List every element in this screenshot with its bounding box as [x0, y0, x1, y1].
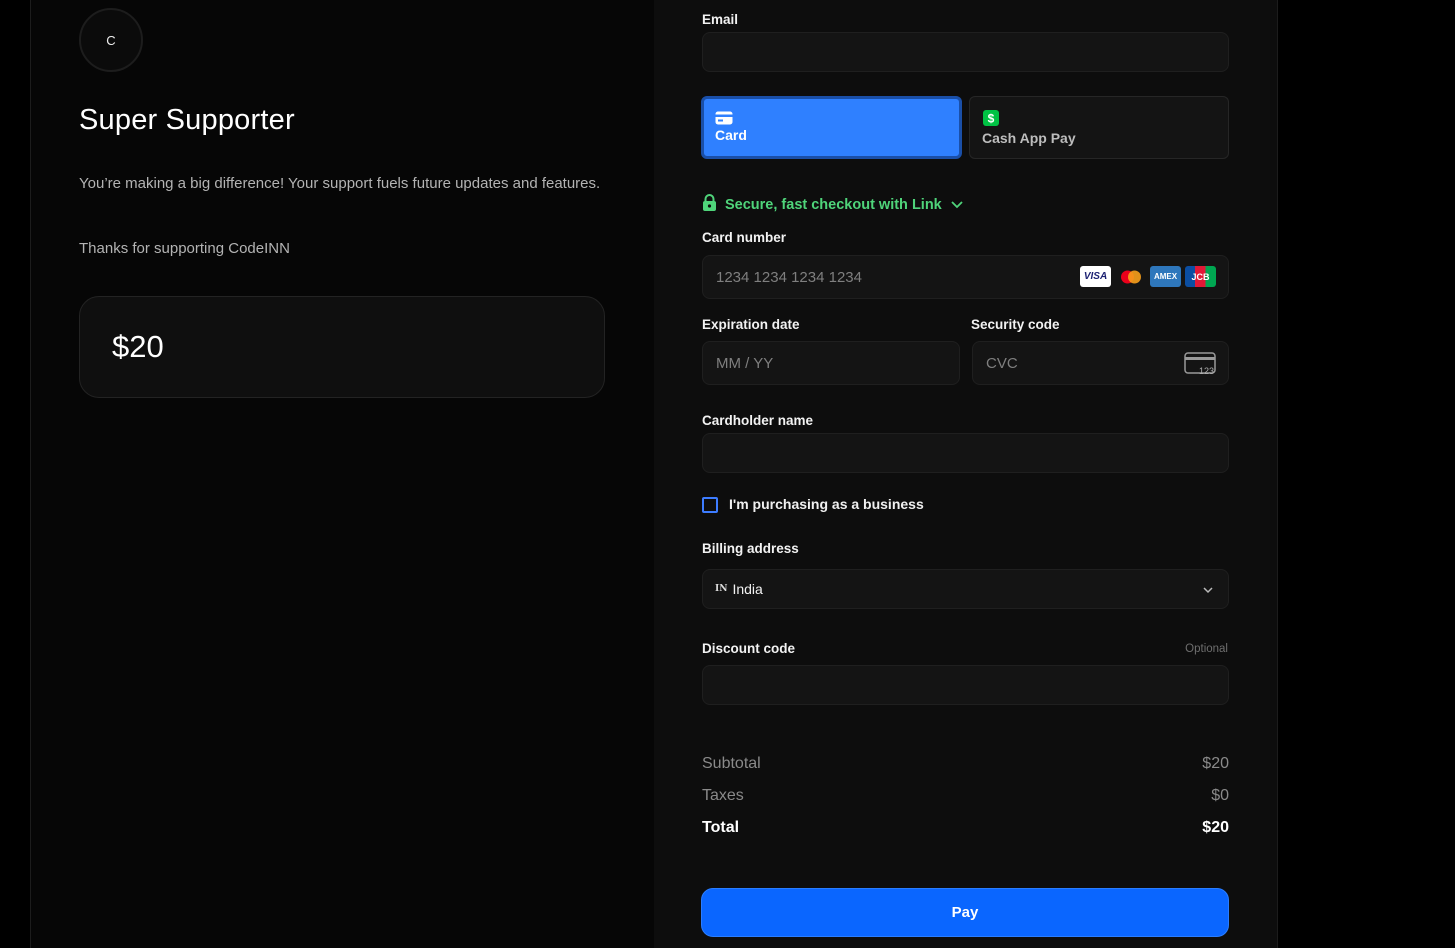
tier-description: You’re making a big difference! Your sup… — [79, 175, 601, 192]
taxes-label: Taxes — [702, 787, 744, 804]
security-code-field[interactable]: CVC 123 — [972, 341, 1229, 385]
expiration-label: Expiration date — [702, 317, 800, 332]
cvc-placeholder: CVC — [986, 354, 1018, 372]
discount-field[interactable] — [702, 665, 1229, 705]
cardholder-field[interactable] — [702, 433, 1229, 473]
total-label: Total — [702, 819, 740, 836]
taxes-value: $0 — [1211, 787, 1229, 804]
thanks-text: Thanks for supporting CodeINN — [79, 240, 290, 257]
mastercard-icon — [1115, 266, 1146, 287]
checkout-page: C Super Supporter You’re making a big di… — [0, 0, 1455, 948]
cvc-icon-text: 123 — [1199, 366, 1214, 376]
discount-optional: Optional — [1185, 643, 1228, 655]
card-number-placeholder: 1234 1234 1234 1234 — [716, 268, 862, 286]
method-cash-app-label: Cash App Pay — [982, 130, 1076, 146]
subtotal-row: Subtotal $20 — [702, 755, 1229, 773]
billing-country-select[interactable]: IN India — [702, 569, 1229, 609]
chevron-down-icon — [950, 197, 964, 213]
product-panel: C Super Supporter You’re making a big di… — [30, 0, 654, 948]
avatar: C — [79, 8, 143, 72]
jcb-icon: JCB — [1185, 266, 1216, 287]
cash-app-icon: $ — [983, 110, 999, 131]
discount-label: Discount code — [702, 641, 796, 656]
total-row: Total $20 — [702, 819, 1229, 837]
subtotal-label: Subtotal — [702, 755, 761, 772]
cvc-card-icon: 123 — [1184, 352, 1216, 381]
method-cash-app-button[interactable]: $ Cash App Pay — [969, 96, 1229, 159]
email-field[interactable] — [702, 32, 1229, 72]
card-brands: VISA AMEX JCB — [1080, 266, 1216, 287]
amex-icon: AMEX — [1150, 266, 1181, 287]
business-label: I'm purchasing as a business — [729, 496, 924, 512]
total-value: $20 — [1202, 819, 1229, 836]
amount-box: $20 — [79, 296, 605, 398]
business-checkbox[interactable] — [702, 497, 718, 513]
subtotal-value: $20 — [1202, 755, 1229, 772]
lock-icon — [702, 194, 717, 215]
visa-icon: VISA — [1080, 266, 1111, 287]
expiration-placeholder: MM / YY — [716, 354, 774, 372]
taxes-row: Taxes $0 — [702, 787, 1229, 805]
security-code-label: Security code — [971, 317, 1060, 332]
card-number-label: Card number — [702, 230, 787, 245]
link-checkout-text: Secure, fast checkout with Link — [725, 196, 942, 213]
card-number-field[interactable]: 1234 1234 1234 1234 VISA AMEX JCB — [702, 255, 1229, 299]
email-label: Email — [702, 12, 739, 27]
payment-panel: Email Card $ Cash App Pay Secure, fast c… — [654, 0, 1278, 948]
pay-button[interactable]: Pay — [701, 888, 1229, 937]
cardholder-label: Cardholder name — [702, 413, 814, 428]
tier-title: Super Supporter — [79, 104, 295, 136]
country-flag: IN — [715, 584, 728, 594]
chevron-down-icon — [1202, 583, 1214, 601]
expiration-field[interactable]: MM / YY — [702, 341, 960, 385]
method-card-label: Card — [715, 127, 747, 143]
amount-value: $20 — [112, 329, 164, 364]
billing-label: Billing address — [702, 541, 799, 556]
link-checkout-toggle[interactable]: Secure, fast checkout with Link — [702, 194, 964, 215]
svg-text:$: $ — [988, 112, 995, 126]
method-card-button[interactable]: Card — [701, 96, 962, 159]
country-value: India — [732, 581, 763, 597]
